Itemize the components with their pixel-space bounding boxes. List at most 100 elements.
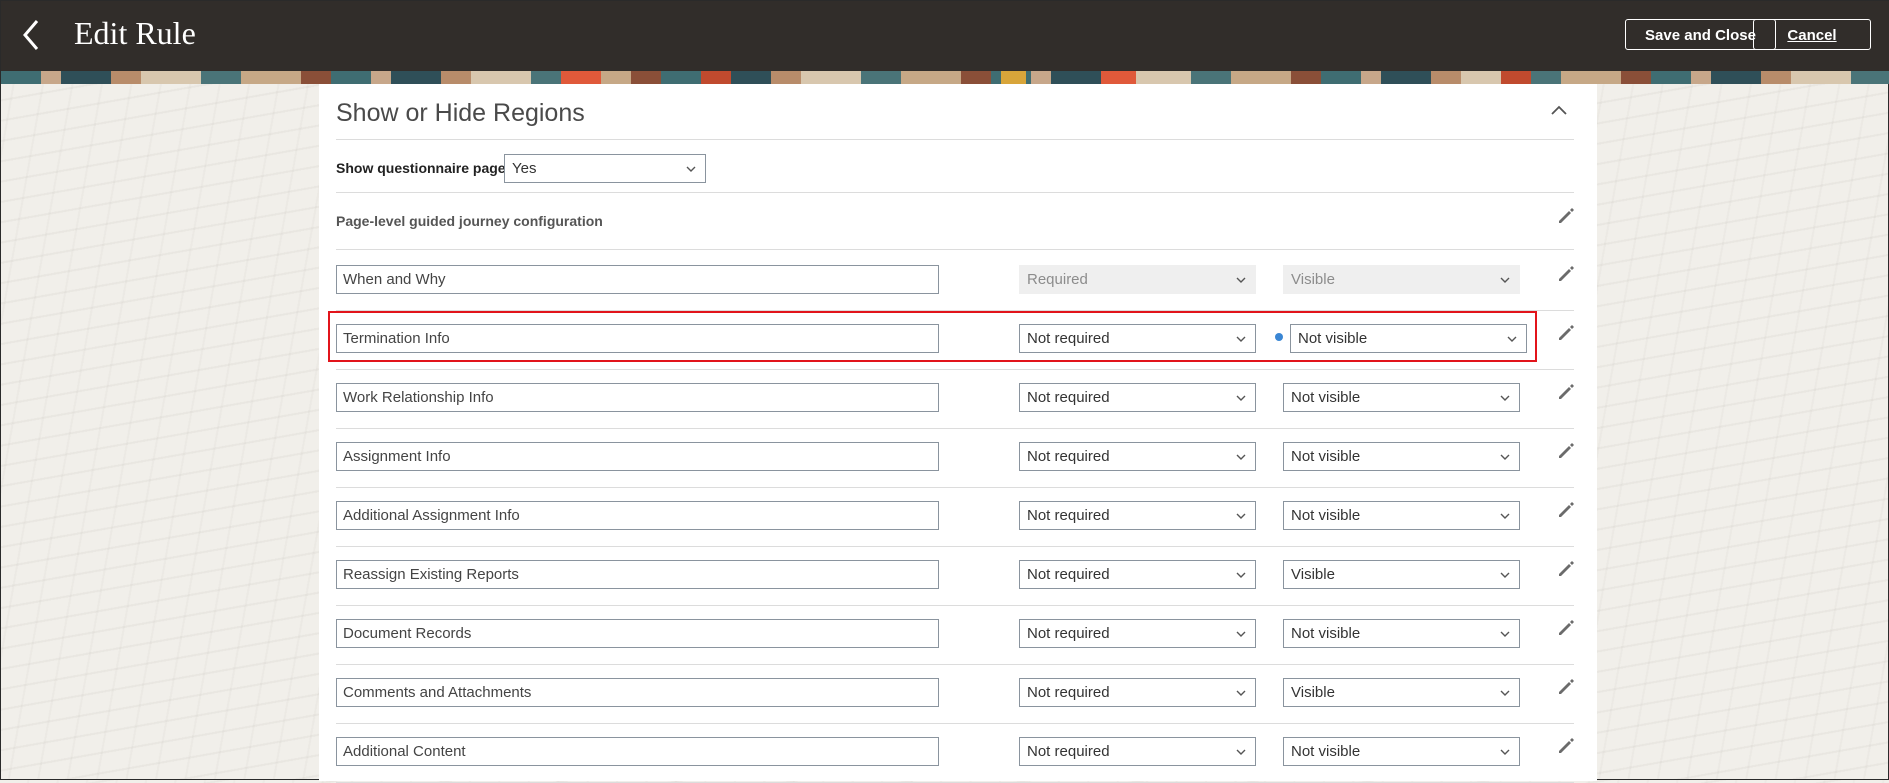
visibility-select[interactable]: Not visible xyxy=(1283,442,1520,471)
required-select[interactable]: Not required xyxy=(1019,560,1256,589)
required-select[interactable]: Not required xyxy=(1019,324,1256,353)
chevron-down-icon xyxy=(1500,454,1510,460)
region-name: Additional Assignment Info xyxy=(343,507,520,524)
decorative-banner xyxy=(1,71,1889,84)
region-name: When and Why xyxy=(343,271,446,288)
divider xyxy=(336,249,1574,250)
divider xyxy=(336,605,1574,606)
visibility-value: Visible xyxy=(1291,684,1335,701)
chevron-left-icon xyxy=(23,20,39,50)
visibility-select[interactable]: Not visible xyxy=(1283,619,1520,648)
collapse-section-button[interactable] xyxy=(1547,99,1571,123)
region-name-field[interactable]: Additional Assignment Info xyxy=(336,501,939,530)
divider xyxy=(336,428,1574,429)
questionnaire-value: Yes xyxy=(512,160,537,177)
region-name-field[interactable]: Comments and Attachments xyxy=(336,678,939,707)
page-title: Edit Rule xyxy=(74,15,196,51)
visibility-select[interactable]: Not visible xyxy=(1283,383,1520,412)
pencil-icon[interactable] xyxy=(1556,264,1576,284)
pencil-icon[interactable] xyxy=(1556,618,1576,638)
region-name: Document Records xyxy=(343,625,472,642)
visibility-select[interactable]: Visible xyxy=(1283,560,1520,589)
chevron-down-icon xyxy=(1236,631,1246,637)
required-select[interactable]: Not required xyxy=(1019,501,1256,530)
chevron-down-icon xyxy=(1236,690,1246,696)
visibility-select[interactable]: Not visible xyxy=(1290,324,1527,353)
chevron-down-icon xyxy=(1500,631,1510,637)
visibility-value: Visible xyxy=(1291,271,1335,288)
visibility-value: Not visible xyxy=(1291,743,1361,760)
required-select[interactable]: Not required xyxy=(1019,383,1256,412)
pencil-icon[interactable] xyxy=(1556,559,1576,579)
chevron-down-icon xyxy=(1500,513,1510,519)
region-name-field[interactable]: Reassign Existing Reports xyxy=(336,560,939,589)
visibility-value: Not visible xyxy=(1298,330,1368,347)
section-title: Show or Hide Regions xyxy=(336,99,585,127)
pencil-icon[interactable] xyxy=(1556,382,1576,402)
region-name: Termination Info xyxy=(343,330,450,347)
divider xyxy=(336,664,1574,665)
divider xyxy=(336,546,1574,547)
region-name-field[interactable]: Assignment Info xyxy=(336,442,939,471)
chevron-up-icon xyxy=(1551,105,1567,115)
cancel-button[interactable]: Cancel xyxy=(1753,19,1871,50)
chevron-down-icon xyxy=(1236,336,1246,342)
required-value: Not required xyxy=(1027,448,1110,465)
required-value: Not required xyxy=(1027,743,1110,760)
visibility-select: Visible xyxy=(1283,265,1520,294)
chevron-down-icon xyxy=(1236,395,1246,401)
region-name-field[interactable]: Termination Info xyxy=(336,324,939,353)
pencil-icon[interactable] xyxy=(1556,500,1576,520)
required-value: Not required xyxy=(1027,507,1110,524)
journey-config-label: Page-level guided journey configuration xyxy=(336,213,603,229)
back-button[interactable] xyxy=(13,15,53,55)
required-select[interactable]: Not required xyxy=(1019,737,1256,766)
visibility-value: Not visible xyxy=(1291,448,1361,465)
region-name: Work Relationship Info xyxy=(343,389,494,406)
pencil-icon[interactable] xyxy=(1556,441,1576,461)
visibility-value: Not visible xyxy=(1291,625,1361,642)
pencil-icon[interactable] xyxy=(1556,736,1576,756)
questionnaire-select[interactable]: Yes xyxy=(504,154,706,183)
required-value: Not required xyxy=(1027,330,1110,347)
divider xyxy=(336,369,1574,370)
required-value: Not required xyxy=(1027,625,1110,642)
visibility-select[interactable]: Visible xyxy=(1283,678,1520,707)
page-header: Edit Rule Save and Close Cancel xyxy=(1,1,1889,71)
visibility-select[interactable]: Not visible xyxy=(1283,501,1520,530)
chevron-down-icon xyxy=(1500,690,1510,696)
chevron-down-icon xyxy=(1500,395,1510,401)
region-name-field[interactable]: When and Why xyxy=(336,265,939,294)
divider xyxy=(336,487,1574,488)
chevron-down-icon xyxy=(1500,572,1510,578)
pencil-icon[interactable] xyxy=(1556,677,1576,697)
divider xyxy=(336,310,1574,311)
pencil-icon[interactable] xyxy=(1556,323,1576,343)
visibility-value: Not visible xyxy=(1291,507,1361,524)
chevron-down-icon xyxy=(1236,277,1246,283)
region-name: Comments and Attachments xyxy=(343,684,532,701)
required-value: Not required xyxy=(1027,684,1110,701)
pencil-icon[interactable] xyxy=(1556,206,1576,226)
required-value: Not required xyxy=(1027,566,1110,583)
region-name-field[interactable]: Work Relationship Info xyxy=(336,383,939,412)
chevron-down-icon xyxy=(1236,572,1246,578)
questionnaire-label: Show questionnaire page xyxy=(336,160,506,176)
region-name-field[interactable]: Additional Content xyxy=(336,737,939,766)
divider xyxy=(336,192,1574,193)
region-name: Additional Content xyxy=(343,743,466,760)
chevron-down-icon xyxy=(1236,513,1246,519)
chevron-down-icon xyxy=(1236,454,1246,460)
region-name-field[interactable]: Document Records xyxy=(336,619,939,648)
chevron-down-icon xyxy=(1500,277,1510,283)
show-hide-regions-panel: Show or Hide Regions Show questionnaire … xyxy=(319,84,1597,783)
required-select[interactable]: Not required xyxy=(1019,442,1256,471)
modified-indicator xyxy=(1275,333,1283,341)
visibility-select[interactable]: Not visible xyxy=(1283,737,1520,766)
required-select[interactable]: Not required xyxy=(1019,678,1256,707)
required-select[interactable]: Not required xyxy=(1019,619,1256,648)
divider xyxy=(336,139,1574,140)
visibility-value: Visible xyxy=(1291,566,1335,583)
divider xyxy=(336,723,1574,724)
required-value: Not required xyxy=(1027,389,1110,406)
